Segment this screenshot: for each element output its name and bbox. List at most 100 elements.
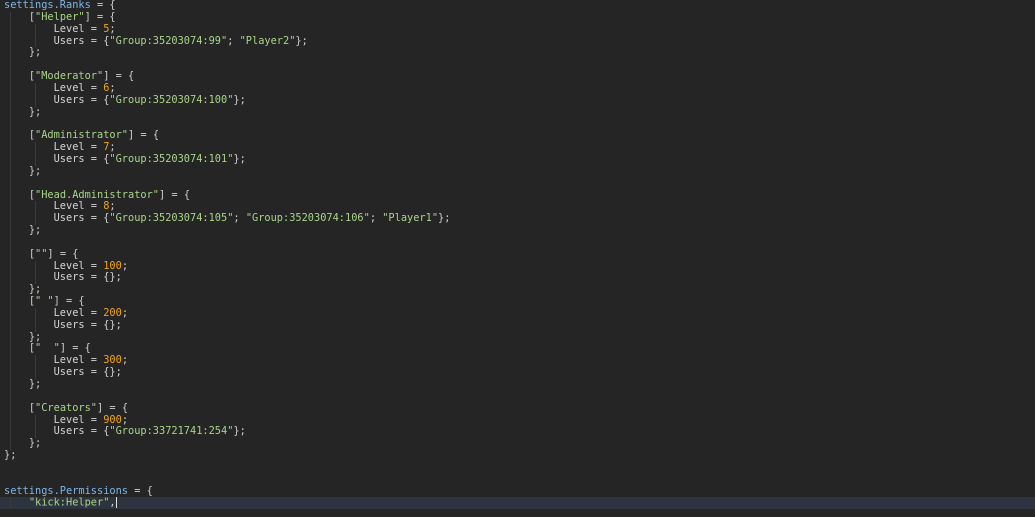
code-line[interactable]: [" "] = { <box>0 343 1035 355</box>
code-line[interactable]: settings.Permissions = { <box>0 486 1035 498</box>
code-line[interactable] <box>0 462 1035 474</box>
code-token-str: "Moderator" <box>35 70 103 82</box>
code-line[interactable]: ["Creators"] = { <box>0 403 1035 415</box>
code-token-id: Users = { <box>54 153 110 165</box>
indent-guide <box>10 391 11 403</box>
code-editor[interactable]: settings.Ranks = { ["Helper"] = { Level … <box>0 0 1035 517</box>
current-code-line[interactable]: "kick:Helper", <box>0 497 1035 509</box>
code-token-punc: ; <box>109 82 115 94</box>
code-line[interactable]: Users = {}; <box>0 367 1035 379</box>
code-token-punc: ] = { <box>103 70 134 82</box>
code-token-str: "Group:35203074:106" <box>246 212 370 224</box>
code-line[interactable]: ["Head.Administrator"] = { <box>0 190 1035 202</box>
code-line[interactable] <box>0 474 1035 486</box>
code-token-str: "Player1" <box>382 212 438 224</box>
code-token-num: 900 <box>103 414 122 426</box>
code-token-id: Level = <box>54 200 104 212</box>
code-token-punc: ; <box>109 23 115 35</box>
code-line[interactable]: ["Administrator"] = { <box>0 130 1035 142</box>
code-token-id: Users = { <box>54 94 110 106</box>
code-token-id: Level = <box>54 260 104 272</box>
code-token-punc: ; <box>122 354 128 366</box>
code-token-punc: }; <box>295 35 307 47</box>
code-token-punc: }; <box>29 378 41 390</box>
code-line[interactable]: ["Moderator"] = { <box>0 71 1035 83</box>
code-token-str: "Group:33721741:254" <box>109 425 233 437</box>
code-token-id: Level = <box>54 82 104 94</box>
code-token-punc: = { <box>128 485 153 497</box>
code-line[interactable]: }; <box>0 107 1035 119</box>
code-line[interactable] <box>0 237 1035 249</box>
indent-guide <box>10 403 11 415</box>
code-line[interactable]: ["Helper"] = { <box>0 12 1035 24</box>
code-line[interactable]: }; <box>0 47 1035 59</box>
indent-guide <box>10 225 11 237</box>
code-token-str: "Helper" <box>35 11 85 23</box>
code-token-id: Level = <box>54 354 104 366</box>
code-line[interactable]: Users = {"Group:35203074:99"; "Player2"}… <box>0 36 1035 48</box>
indent-guide <box>10 379 11 391</box>
code-token-punc: }; <box>29 224 41 236</box>
indent-guide <box>10 308 11 320</box>
indent-guide <box>35 83 36 95</box>
code-line[interactable]: }; <box>0 379 1035 391</box>
code-line[interactable]: Level = 300; <box>0 355 1035 367</box>
code-token-punc: ; <box>109 141 115 153</box>
code-token-str: "" <box>35 248 47 260</box>
code-token-punc: ; <box>227 35 239 47</box>
indent-guide <box>35 308 36 320</box>
code-token-str: " " <box>35 295 54 307</box>
code-token-str: "Player2" <box>240 35 296 47</box>
code-token-punc: }; <box>29 46 41 58</box>
indent-guide <box>10 12 11 24</box>
code-line[interactable]: }; <box>0 332 1035 344</box>
code-token-id: Users = {}; <box>54 366 122 378</box>
code-token-str: "Administrator" <box>35 129 128 141</box>
indent-guide <box>10 24 11 36</box>
code-token-punc: ] = { <box>60 342 91 354</box>
code-line[interactable]: Users = {"Group:33721741:254"}; <box>0 426 1035 438</box>
code-line[interactable]: Level = 200; <box>0 308 1035 320</box>
code-line[interactable]: Users = {}; <box>0 272 1035 284</box>
code-line[interactable]: [" "] = { <box>0 296 1035 308</box>
code-line[interactable] <box>0 391 1035 403</box>
code-token-punc: }; <box>29 283 41 295</box>
code-token-id: Level = <box>54 141 104 153</box>
code-token-punc: ; <box>370 212 382 224</box>
code-line[interactable]: Users = {"Group:35203074:105"; "Group:35… <box>0 213 1035 225</box>
code-line[interactable]: }; <box>0 284 1035 296</box>
code-token-punc: ; <box>122 260 128 272</box>
indent-guide <box>10 249 11 261</box>
code-line[interactable]: Users = {"Group:35203074:101"}; <box>0 154 1035 166</box>
code-token-num: 300 <box>103 354 122 366</box>
code-token-id: Level = <box>54 414 104 426</box>
code-token-punc: }; <box>4 449 16 461</box>
code-line[interactable]: settings.Ranks = { <box>0 0 1035 12</box>
code-line[interactable]: [""] = { <box>0 249 1035 261</box>
code-token-var: settings.Permissions <box>4 485 128 497</box>
code-line[interactable] <box>0 59 1035 71</box>
code-token-num: 200 <box>103 307 122 319</box>
code-line[interactable]: }; <box>0 166 1035 178</box>
code-token-punc: }; <box>29 331 41 343</box>
code-token-punc: ; <box>109 200 115 212</box>
code-line[interactable]: }; <box>0 450 1035 462</box>
indent-guide <box>10 107 11 119</box>
code-token-punc: ] = { <box>159 189 190 201</box>
code-line[interactable]: Level = 100; <box>0 261 1035 273</box>
code-line[interactable]: }; <box>0 225 1035 237</box>
code-token-id: Level = <box>54 307 104 319</box>
code-token-str: "Group:35203074:101" <box>109 153 233 165</box>
code-token-id: Users = {}; <box>54 271 122 283</box>
code-token-punc: ] = { <box>97 402 128 414</box>
indent-guide <box>35 24 36 36</box>
text-cursor <box>116 497 117 508</box>
code-token-punc: }; <box>29 165 41 177</box>
code-line[interactable]: Users = {"Group:35203074:100"}; <box>0 95 1035 107</box>
code-line[interactable]: }; <box>0 438 1035 450</box>
code-line[interactable]: Users = {}; <box>0 320 1035 332</box>
code-token-punc: }; <box>438 212 450 224</box>
indent-guide <box>10 237 11 249</box>
code-token-punc: ; <box>122 414 128 426</box>
code-token-punc: }; <box>29 437 41 449</box>
